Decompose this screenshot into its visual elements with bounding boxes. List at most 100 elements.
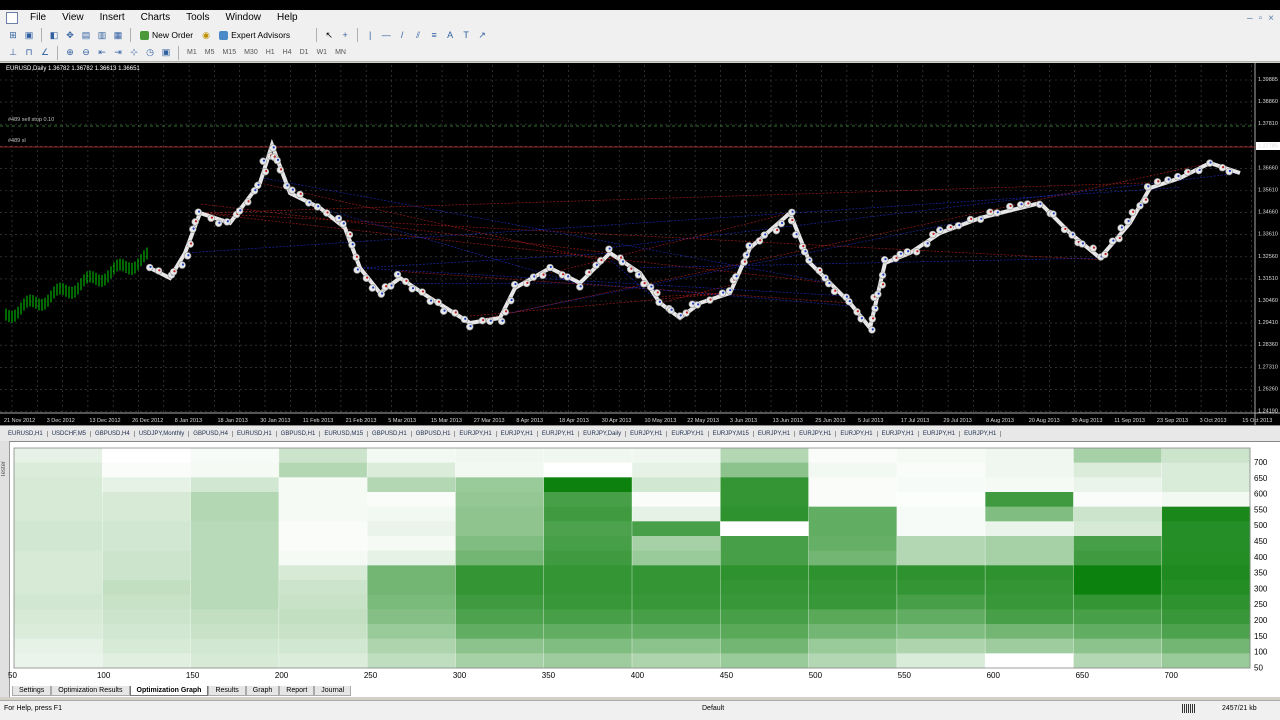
chart-tab[interactable]: GBPUSD,H1: [368, 430, 412, 437]
tester-tab-graph[interactable]: Graph: [245, 686, 280, 696]
trade-marker-dot: [1027, 202, 1030, 205]
menu-help[interactable]: Help: [269, 10, 306, 26]
restore-icon[interactable]: ▫: [1259, 13, 1263, 24]
timeframe-mn[interactable]: MN: [332, 49, 349, 56]
timeframe-m30[interactable]: M30: [241, 49, 261, 56]
price-chart[interactable]: 1.39885 1.38860 1.37810 1.37785 1.36660 1.356…: [0, 63, 1280, 425]
chart-tab[interactable]: EURJPY,H1: [754, 430, 796, 437]
bar-chart-icon[interactable]: ⊥: [6, 46, 20, 60]
templates-icon[interactable]: ▣: [159, 46, 173, 60]
trade-marker-dot: [845, 295, 849, 298]
chart-shift-icon[interactable]: ⇥: [111, 46, 125, 60]
sell-trade-line: [199, 212, 831, 284]
minimize-icon[interactable]: ‒: [1247, 13, 1253, 24]
menu-view[interactable]: View: [54, 10, 92, 26]
vertical-line-icon[interactable]: |: [363, 28, 377, 42]
menu-file[interactable]: File: [22, 10, 54, 26]
menu-charts[interactable]: Charts: [133, 10, 178, 26]
trade-marker-dot: [1228, 169, 1232, 173]
trade-marker-dot: [349, 232, 352, 236]
tester-tabs: Settings Optimization Results Optimization…: [12, 683, 352, 696]
heatmap-cell: [896, 609, 986, 625]
buy-trade-line: [639, 257, 1101, 269]
chart-tab[interactable]: GBPUSD,H4: [91, 430, 135, 437]
tester-tab-settings[interactable]: Settings: [12, 686, 52, 696]
crosshair-icon[interactable]: +: [338, 28, 352, 42]
metaeditor-icon[interactable]: ◉: [199, 28, 213, 42]
profiles-icon[interactable]: ▣: [22, 28, 36, 42]
heatmap-cell: [1073, 492, 1163, 508]
heatmap-cell: [367, 653, 456, 669]
app-icon[interactable]: [6, 12, 18, 24]
close-icon[interactable]: ×: [1268, 13, 1274, 24]
chart-tab[interactable]: EURJPY,H1: [455, 430, 497, 437]
heatmap-x-tick: 50: [8, 671, 17, 680]
tester-tab-optimization-results[interactable]: Optimization Results: [51, 686, 130, 696]
heatmap-cell: [543, 638, 633, 654]
heatmap-cell: [190, 521, 280, 537]
chart-tab[interactable]: EURJPY,H1: [960, 430, 1002, 437]
fibonacci-icon[interactable]: ≡: [427, 28, 441, 42]
new-chart-icon[interactable]: ⊞: [6, 28, 20, 42]
trendline-icon[interactable]: /: [395, 28, 409, 42]
menu-insert[interactable]: Insert: [92, 10, 133, 26]
text-icon[interactable]: A: [443, 28, 457, 42]
data-window-icon[interactable]: ✥: [63, 28, 77, 42]
chart-tab[interactable]: EURJPY,M15: [709, 430, 754, 437]
timeframe-m15[interactable]: M15: [219, 49, 239, 56]
chart-tab[interactable]: EURJPY,H1: [667, 430, 709, 437]
chart-tab[interactable]: EURJPY,H1: [836, 430, 878, 437]
chart-tab[interactable]: GBPUSD,H4: [189, 430, 233, 437]
trade-marker-dot: [1139, 204, 1142, 207]
chart-tab[interactable]: EURUSD,H1: [233, 430, 277, 437]
zoom-out-icon[interactable]: ⊖: [79, 46, 93, 60]
heatmap-cell: [1161, 594, 1251, 610]
timeframe-w1[interactable]: W1: [314, 49, 331, 56]
chart-tab[interactable]: EURUSD,M15: [320, 430, 369, 437]
timeframe-h4[interactable]: H4: [280, 49, 295, 56]
chart-tab[interactable]: EURUSD,H1: [4, 430, 48, 437]
navigator-icon[interactable]: ▤: [79, 28, 93, 42]
zoom-in-icon[interactable]: ⊕: [63, 46, 77, 60]
horizontal-line-icon[interactable]: —: [379, 28, 393, 42]
timeframe-d1[interactable]: D1: [297, 49, 312, 56]
arrows-icon[interactable]: ↗: [475, 28, 489, 42]
chart-tab[interactable]: EURJPY,H1: [919, 430, 961, 437]
tester-tab-optimization-graph[interactable]: Optimization Graph: [129, 686, 209, 696]
new-order-button[interactable]: New Order: [136, 28, 197, 43]
menu-window[interactable]: Window: [217, 10, 269, 26]
terminal-icon[interactable]: ▥: [95, 28, 109, 42]
price-chart-canvas[interactable]: 1.39885 1.38860 1.37810 1.37785 1.36660 1.356…: [0, 63, 1280, 425]
heatmap-cell: [1073, 580, 1163, 596]
chart-tab[interactable]: EURJPY,H1: [878, 430, 919, 437]
menu-tools[interactable]: Tools: [178, 10, 217, 26]
market-watch-icon[interactable]: ◧: [47, 28, 61, 42]
periods-icon[interactable]: ◷: [143, 46, 157, 60]
chart-tab[interactable]: GBPUSD,H1: [277, 430, 321, 437]
expert-advisors-button[interactable]: Expert Advisors: [215, 28, 294, 43]
text-label-icon[interactable]: T: [459, 28, 473, 42]
line-chart-icon[interactable]: ∠: [38, 46, 52, 60]
chart-tab[interactable]: EURJPY,H1: [626, 430, 668, 437]
chart-tab[interactable]: EURJPY,H1: [497, 430, 538, 437]
heatmap-cell: [543, 492, 633, 508]
chart-tab[interactable]: USDCHF,M5: [48, 430, 92, 437]
strategy-tester-icon[interactable]: ▦: [111, 28, 125, 42]
timeframe-m1[interactable]: M1: [184, 49, 200, 56]
chart-tab[interactable]: EURJPY,H1: [795, 430, 837, 437]
chart-tab[interactable]: EURJPY,H1: [538, 430, 580, 437]
channel-icon[interactable]: ⫽: [411, 28, 425, 42]
candlestick-icon[interactable]: ⊓: [22, 46, 36, 60]
timeframe-h1[interactable]: H1: [263, 49, 278, 56]
chart-tab[interactable]: EURJPY,Daily: [579, 430, 627, 437]
indicators-icon[interactable]: ⊹: [127, 46, 141, 60]
timeframe-m5[interactable]: M5: [202, 49, 218, 56]
chart-tab[interactable]: USDJPY,Monthly: [135, 430, 190, 437]
optimization-graph[interactable]: 50 100 150 200 250 300 350 400 450 500 550 600 650 70…: [0, 441, 1280, 683]
chart-tab[interactable]: GBPUSD,H1: [412, 430, 456, 437]
tester-tab-journal[interactable]: Journal: [314, 686, 352, 696]
tester-tab-report[interactable]: Report: [279, 686, 315, 696]
cursor-icon[interactable]: ↖: [322, 28, 336, 42]
tester-tab-results[interactable]: Results: [208, 686, 246, 696]
autoscroll-icon[interactable]: ⇤: [95, 46, 109, 60]
